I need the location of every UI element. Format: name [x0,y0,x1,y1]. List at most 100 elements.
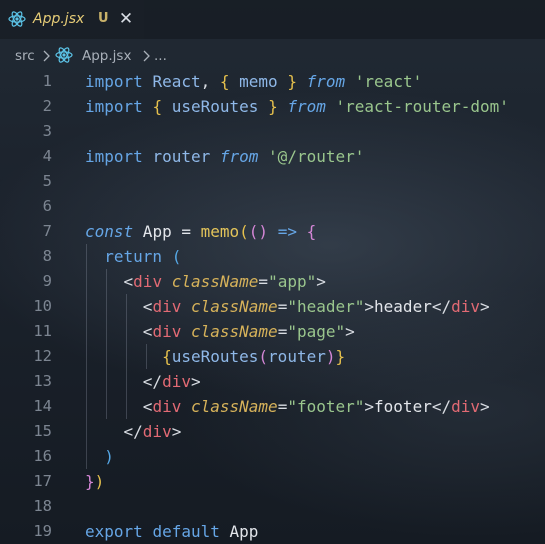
code-token: header [374,297,432,316]
line-number: 8 [42,247,52,265]
indent-guide [106,269,107,419]
line-number: 17 [33,472,52,490]
code-line[interactable]: 2 import { useRoutes } from 'react-router… [0,94,545,119]
breadcrumb-folder-src[interactable]: src [15,47,35,65]
code-token: } [335,347,346,366]
react-icon [8,10,26,28]
code-token: , [200,72,220,91]
code-token: > [364,397,375,416]
code-token: App [219,522,259,541]
code-token: memo [239,72,278,91]
code-token: "footer" [287,397,365,416]
code-token: } [85,472,95,491]
code-token: "app" [268,272,317,291]
line-content: <div className="footer">footer</div> [85,394,490,419]
line-number: 18 [33,497,52,515]
code-token: { [152,97,163,116]
code-line[interactable]: 18 [0,494,545,519]
indent-guide [86,244,87,469]
code-token: { [306,222,317,241]
code-editor[interactable]: App.jsx U ✕ src App.jsx ... 1 import Reac… [0,0,545,544]
code-token: > [190,372,201,391]
tab-app-jsx[interactable]: App.jsx U ✕ [0,0,144,39]
code-token: > [480,297,490,316]
line-number: 1 [42,72,52,90]
code-line[interactable]: 15 </div> [0,419,545,444]
code-token: ( [258,347,269,366]
code-line[interactable]: 7 const App = memo(() => { [0,219,545,244]
code-token: div [451,397,480,416]
code-token: '@/router' [268,147,365,166]
code-token: React [152,72,201,91]
code-token: ( [239,222,249,241]
code-token: < [142,397,153,416]
line-number: 9 [42,272,52,290]
line-number: 11 [33,322,52,340]
line-content: </div> [85,419,182,444]
tab-title: App.jsx [33,11,85,27]
breadcrumb-more[interactable]: ... [154,47,167,65]
code-line[interactable]: 3 [0,119,545,144]
code-token: } [268,97,278,116]
code-token: 'react' [354,72,423,91]
code-token: </ [431,297,452,316]
code-token: footer [374,397,432,416]
code-line[interactable]: 10 <div className="header">header</div> [0,294,545,319]
code-line[interactable]: 12 {useRoutes(router)} [0,344,545,369]
chevron-right-icon [141,48,151,62]
indent-guide [146,344,147,369]
code-token: ) [94,472,105,491]
code-line[interactable]: 6 [0,194,545,219]
code-token: import [85,72,143,91]
code-area[interactable]: 1 import React, { memo } from 'react' 2 imp… [0,69,545,544]
code-token: className [171,272,259,291]
breadcrumb-file[interactable]: App.jsx [82,47,131,65]
code-token: ( [171,247,182,266]
line-number: 3 [42,122,52,140]
code-token: App = [133,222,201,241]
code-line[interactable]: 16 ) [0,444,545,469]
code-line[interactable]: 14 <div className="footer">footer</div> [0,394,545,419]
code-line[interactable]: 17}) [0,469,545,494]
line-content: <div className="header">header</div> [85,294,490,319]
code-token: "page" [287,322,346,341]
code-line[interactable]: 8 return ( [0,244,545,269]
line-number: 6 [42,197,52,215]
line-number: 12 [33,347,52,365]
code-line[interactable]: 11 <div className="page"> [0,319,545,344]
code-token: div [152,397,182,416]
code-line[interactable]: 9 <div className="app"> [0,269,545,294]
close-tab-button[interactable]: ✕ [117,9,135,29]
code-token: } [287,72,297,91]
code-token: const [85,222,134,241]
code-token: < [123,272,134,291]
code-token: div [152,297,182,316]
code-line[interactable]: 1 import React, { memo } from 'react' [0,69,545,94]
code-token: default [152,522,220,541]
code-token: div [451,297,480,316]
code-line[interactable]: 5 [0,169,545,194]
code-token: < [142,297,153,316]
code-line[interactable]: 13 </div> [0,369,545,394]
code-token: = [277,322,288,341]
code-line[interactable]: 19 export default App [0,519,545,544]
code-token: memo [200,222,240,241]
chevron-right-icon [41,48,51,62]
line-number: 15 [33,422,52,440]
code-line[interactable]: 4 import router from '@/router' [0,144,545,169]
